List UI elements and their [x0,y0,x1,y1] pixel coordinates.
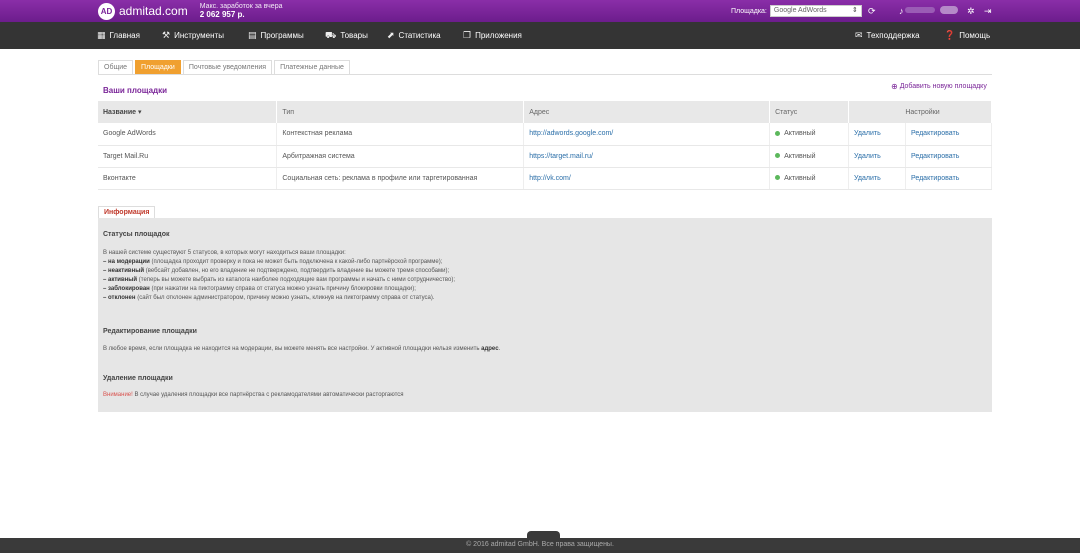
edit-link[interactable]: Редактировать [905,145,993,168]
delete-link[interactable]: Удалить [848,145,906,168]
delete-text: Внимание! В случае удаления площадки все… [103,392,404,398]
page-title: Ваши площадки [103,86,168,95]
table-row: Google AdWords Контекстная реклама http:… [98,123,993,146]
earnings-value: 2 062 957 р. [199,10,245,19]
column-header-type: Тип [276,101,525,123]
platform-selector: Площадка: Google AdWords ⇕ [731,5,862,17]
statuses-heading: Статусы площадок [103,231,170,238]
tab-divider [98,74,992,75]
tab-platforms[interactable]: Площадки [135,60,181,75]
delete-heading: Удаление площадки [103,375,173,382]
chat-icon: ✉ [855,30,863,40]
edit-link[interactable]: Редактировать [905,123,993,146]
platform-type: Социальная сеть: реклама в профиле или т… [276,167,525,190]
platform-url[interactable]: https://target.mail.ru/ [523,145,771,168]
plus-circle-icon: ⊕ [891,82,898,91]
refresh-icon[interactable]: ⟳ [868,5,876,17]
settings-tabs: Общие Площадки Почтовые уведомления Плат… [98,60,352,75]
nav-item-help[interactable]: ❓ Помощь [944,22,990,49]
folder-icon: ▤ [248,30,257,40]
settings-icon[interactable]: ✲ [967,5,975,17]
earnings-widget: Макс. заработок за вчера 2 062 957 р. [200,3,283,19]
earnings-label: Макс. заработок за вчера [199,3,283,10]
platform-status: Активный [769,167,850,190]
grid-icon: ▦ [97,30,106,40]
status-dot-icon [775,130,781,136]
cart-icon: ⛟ [325,29,337,40]
tab-email-notifications[interactable]: Почтовые уведомления [182,60,273,75]
bell-icon[interactable]: ♪ [899,5,904,17]
statuses-text: В нашей системе существуют 5 статусов, в… [103,250,455,301]
logo-icon: AD [98,2,115,20]
edit-link[interactable]: Редактировать [905,167,993,190]
nav-item-statistics[interactable]: ⬈ Статистика [387,22,441,49]
delete-link[interactable]: Удалить [848,167,906,190]
info-tab[interactable]: Информация [98,206,156,218]
nav-item-support[interactable]: ✉ Техподдержка [855,22,920,49]
platform-name: Target Mail.Ru [98,145,278,168]
footer-handle[interactable] [527,531,560,538]
delete-link[interactable]: Удалить [848,123,906,146]
add-platform-label: Добавить новую площадку [899,83,987,90]
platforms-table: Название ▾ Тип Адрес Статус Настройки Go… [98,101,993,190]
user-badge[interactable] [940,6,958,14]
platform-label: Площадка: [731,7,767,15]
logo[interactable]: AD admitad.com [98,0,188,22]
column-header-settings: Настройки [848,101,992,123]
nav-label: Приложения [475,31,522,40]
tools-icon: ⚒ [162,30,171,40]
table-header: Название ▾ Тип Адрес Статус Настройки [98,101,992,123]
platform-name: Google AdWords [98,123,278,146]
nav-label: Инструменты [174,31,224,40]
tab-general[interactable]: Общие [98,60,134,75]
nav-item-tools[interactable]: ⚒ Инструменты [162,22,224,49]
nav-label: Техподдержка [866,31,920,40]
platform-status: Активный [769,123,850,146]
platform-select-value: Google AdWords [773,7,827,14]
apps-icon: ❐ [463,30,472,40]
warning-label: Внимание! [103,392,133,398]
nav-item-programs[interactable]: ▤ Программы [248,22,304,49]
top-bar: AD admitad.com Макс. заработок за вчера … [0,0,1080,22]
tab-payment-data[interactable]: Платежные данные [274,60,350,75]
nav-label: Главная [109,31,140,40]
column-header-status: Статус [769,101,850,123]
nav-item-home[interactable]: ▦ Главная [97,22,140,49]
logo-text: admitad.com [119,4,188,18]
logout-icon[interactable]: ⇥ [984,5,992,17]
edit-text: В любое время, если площадка не находитс… [103,346,501,352]
nav-item-products[interactable]: ⛟ Товары [325,22,368,49]
status-dot-icon [775,175,781,181]
table-row: Target Mail.Ru Арбитражная система https… [98,145,993,168]
add-platform-link[interactable]: ⊕ Добавить новую площадку [891,82,987,91]
nav-label: Товары [340,31,368,40]
platform-url[interactable]: http://vk.com/ [523,167,771,190]
main-nav: ▦ Главная ⚒ Инструменты ▤ Программы ⛟ То… [0,22,1080,49]
table-row: Вконтакте Социальная сеть: реклама в про… [98,167,993,190]
nav-label: Помощь [959,31,991,40]
edit-heading: Редактирование площадки [103,328,197,335]
platform-status: Активный [769,145,850,168]
user-name[interactable] [905,7,935,13]
chart-icon: ⬈ [387,30,395,40]
nav-label: Программы [260,31,304,40]
info-panel: Статусы площадок В нашей системе существ… [98,218,992,412]
footer: © 2016 admitad GmbH. Все права защищены. [0,538,1080,553]
column-header-address: Адрес [523,101,771,123]
platform-select[interactable]: Google AdWords ⇕ [769,5,862,17]
column-header-name[interactable]: Название ▾ [98,101,278,123]
status-dot-icon [775,153,781,159]
platform-type: Арбитражная система [276,145,525,168]
help-icon: ❓ [944,30,956,40]
platform-name: Вконтакте [98,167,278,190]
platform-type: Контекстная реклама [276,123,525,146]
nav-item-apps[interactable]: ❐ Приложения [463,22,522,49]
platform-url[interactable]: http://adwords.google.com/ [523,123,771,146]
nav-label: Статистика [398,31,441,40]
select-arrows-icon: ⇕ [852,7,858,14]
